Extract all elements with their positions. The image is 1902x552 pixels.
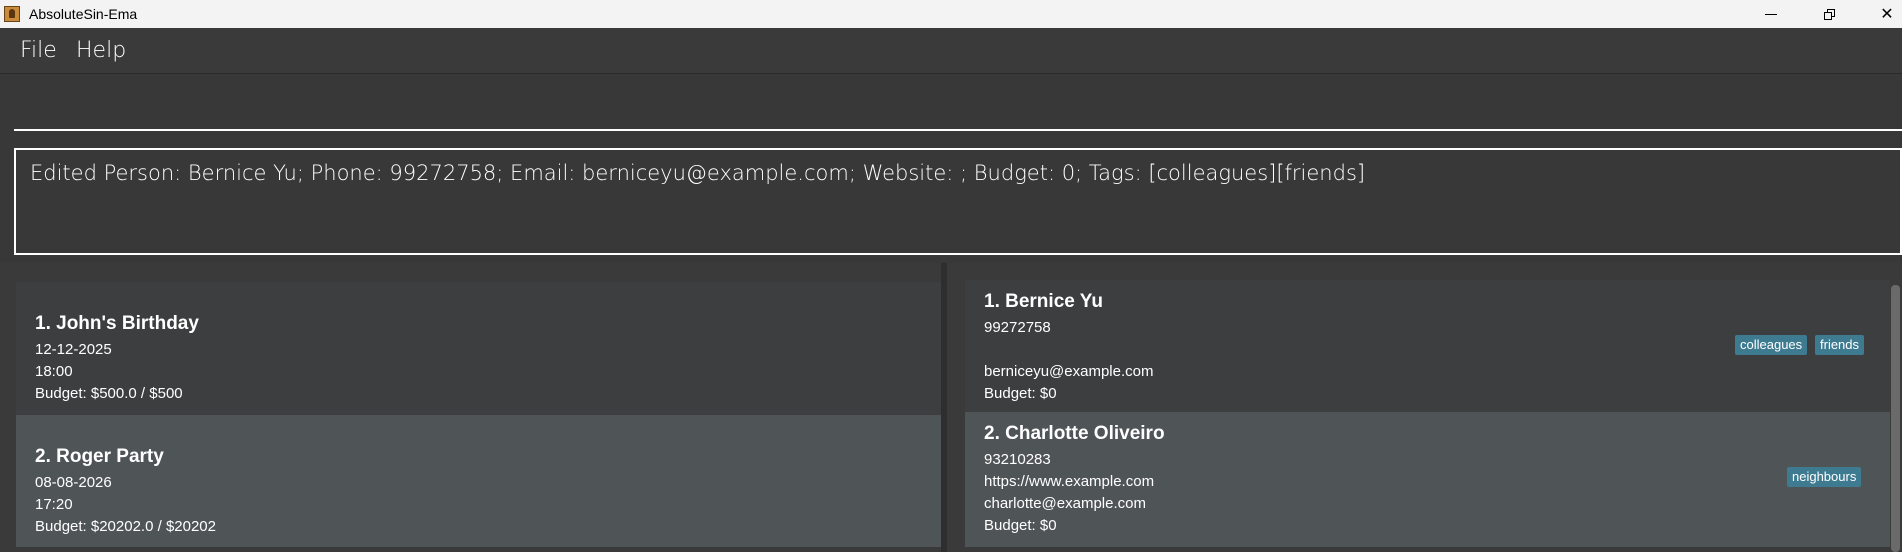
person-name: 1. Bernice Yu — [984, 291, 1103, 312]
result-message: Edited Person: Bernice Yu; Phone: 992727… — [30, 161, 1366, 185]
person-name: 2. Charlotte Oliveiro — [984, 423, 1165, 444]
person-phone: 93210283 — [984, 451, 1051, 468]
person-email: berniceyu@example.com — [984, 363, 1154, 380]
person-phone: 99272758 — [984, 319, 1051, 336]
event-list[interactable]: 1. John's Birthday 12-12-2025 18:00 Budg… — [8, 271, 943, 552]
person-budget: Budget: $0 — [984, 517, 1057, 534]
menu-help[interactable]: Help — [76, 38, 126, 64]
person-email: charlotte@example.com — [984, 495, 1146, 512]
minimize-button[interactable] — [1748, 0, 1794, 28]
app-icon — [4, 6, 20, 22]
person-website: https://www.example.com — [984, 473, 1155, 490]
event-budget: Budget: $500.0 / $500 — [35, 385, 183, 402]
window-title: AbsoluteSin-Ema — [29, 6, 138, 22]
result-display: Edited Person: Bernice Yu; Phone: 992727… — [14, 148, 1902, 255]
event-time: 18:00 — [35, 363, 73, 380]
tag-badge: neighbours — [1787, 467, 1862, 487]
person-card[interactable]: 2. Charlotte Oliveiro 93210283 https://w… — [965, 412, 1890, 547]
event-budget: Budget: $20202.0 / $20202 — [35, 518, 216, 535]
person-card[interactable]: 1. Bernice Yu 99272758 berniceyu@example… — [965, 280, 1890, 412]
menu-file[interactable]: File — [20, 38, 57, 64]
person-budget: Budget: $0 — [984, 385, 1057, 402]
event-time: 17:20 — [35, 496, 73, 513]
event-card[interactable]: 1. John's Birthday 12-12-2025 18:00 Budg… — [16, 282, 943, 415]
event-date: 08-08-2026 — [35, 474, 112, 491]
restore-icon — [1823, 8, 1835, 20]
close-button[interactable]: ✕ — [1864, 0, 1902, 28]
event-card[interactable]: 2. Roger Party 08-08-2026 17:20 Budget: … — [16, 415, 943, 547]
event-title: 1. John's Birthday — [35, 313, 199, 334]
title-bar: AbsoluteSin-Ema ✕ — [0, 0, 1902, 28]
minimize-icon — [1765, 13, 1777, 15]
event-date: 12-12-2025 — [35, 341, 112, 358]
scrollbar[interactable] — [1891, 285, 1900, 552]
event-title: 2. Roger Party — [35, 446, 164, 467]
maximize-button[interactable] — [1806, 0, 1852, 28]
close-icon: ✕ — [1880, 6, 1894, 23]
tag-badge: colleagues — [1735, 335, 1808, 355]
split-pane-divider[interactable] — [941, 263, 947, 552]
tag-badge: friends — [1815, 335, 1865, 355]
menu-bar: File Help — [0, 28, 1902, 74]
command-input[interactable] — [14, 78, 1902, 131]
person-list[interactable]: 1. Bernice Yu 99272758 berniceyu@example… — [957, 271, 1902, 552]
